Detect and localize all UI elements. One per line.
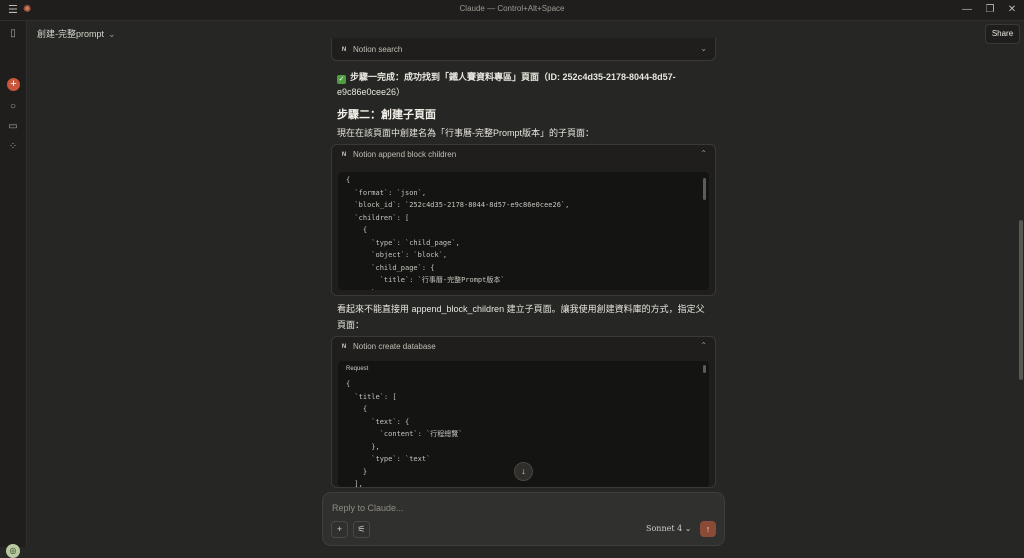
tool-label: Notion append block children [353, 150, 457, 159]
chat-title: 創建-完整prompt [37, 29, 105, 39]
code-line: { [346, 380, 351, 388]
code-line: { [346, 176, 351, 184]
artifacts-icon[interactable]: ⁘ [7, 141, 19, 153]
projects-icon[interactable]: ▭ [7, 121, 19, 133]
check-icon: ✓ [337, 75, 346, 84]
model-selector[interactable]: Sonnet 4 ⌄ [646, 524, 691, 533]
window-title: Claude — Control+Alt+Space [459, 4, 565, 13]
chevron-down-icon[interactable]: ⌄ [700, 44, 707, 53]
scroll-down-button[interactable]: ↓ [514, 462, 533, 481]
code-line: `child_page`: { [346, 263, 435, 272]
step2-heading: 步驟二：創建子頁面 [337, 109, 436, 121]
composer: Reply to Claude... + ⚟ Sonnet 4 ⌄ ↑ [322, 492, 725, 546]
chevron-down-icon: ⌄ [684, 524, 692, 533]
step1-message-cont: e9c86e0cee26） [337, 87, 406, 97]
tools-button[interactable]: ⚟ [353, 521, 370, 538]
code-line: `text`: { [346, 417, 410, 426]
restore-icon[interactable]: ❐ [983, 3, 997, 17]
chevron-up-icon[interactable]: ⌃ [700, 341, 707, 350]
note-message: 看起來不能直接用 append_block_children 建立子頁面。讓我使… [337, 304, 705, 314]
title-bar: ☰ ✺ Claude — Control+Alt+Space — ❐ ✕ [0, 0, 1024, 21]
code-line: `object`: `block`, [346, 251, 448, 259]
notion-icon: N [341, 152, 347, 158]
code-line: `children`: [ [346, 213, 410, 222]
code-line: `type`: `text` [346, 455, 431, 463]
notion-search-card[interactable]: N Notion search ⌄ [331, 38, 716, 61]
page-scrollbar[interactable] [1019, 220, 1023, 380]
code-line: { [346, 405, 368, 413]
code-line: ], [346, 480, 363, 487]
code-scrollbar[interactable] [703, 178, 706, 200]
chevron-down-icon: ⌄ [108, 29, 116, 39]
code-line: }, [346, 442, 380, 451]
code-line: `block_id`: `252c4d35-2178-8044-8d57-e9c… [346, 201, 570, 209]
code-line: `type`: `child_page`, [346, 238, 460, 247]
code-line: { [346, 226, 368, 234]
code-line: } [346, 467, 368, 476]
tool-label: Notion search [353, 45, 403, 54]
step2-text: 現在在該頁面中創建名為「行事曆-完整Prompt版本」的子頁面： [337, 128, 595, 138]
sidebar-toggle-icon[interactable]: ▯ [7, 28, 19, 40]
code-line: `format`: `json`, [346, 188, 427, 197]
request-label: Request [346, 366, 369, 372]
chat-title-dropdown[interactable]: 創建-完整prompt ⌄ [37, 27, 116, 40]
chevron-up-icon[interactable]: ⌃ [700, 149, 707, 158]
notion-icon: N [341, 344, 347, 350]
code-scrollbar[interactable] [703, 365, 706, 373]
code-block: { `format`: `json`, `block_id`: `252c4d3… [338, 172, 709, 290]
notion-icon: N [341, 47, 347, 53]
close-icon[interactable]: ✕ [1005, 3, 1019, 17]
note-message-cont: 頁面： [337, 320, 365, 330]
code-line: `title`: [ [346, 392, 397, 401]
chats-icon[interactable]: ○ [7, 101, 19, 113]
share-button[interactable]: Share [985, 24, 1020, 44]
step1-message: ✓ 步驟一完成：成功找到「鐵人賽資料專區」頁面（ID: 252c4d35-2178… [337, 72, 676, 84]
code-line: } [346, 287, 375, 291]
reply-input[interactable]: Reply to Claude... [332, 503, 404, 513]
avatar[interactable]: ◎ [6, 544, 20, 558]
add-attachment-button[interactable]: + [331, 521, 348, 538]
new-chat-button[interactable]: + [7, 78, 20, 91]
left-rail: ▯ + ○ ▭ ⁘ ◎ [0, 21, 27, 558]
tool-label: Notion create database [353, 342, 436, 351]
send-button[interactable]: ↑ [700, 521, 716, 537]
notion-append-card[interactable]: N Notion append block children ⌃ { `form… [331, 144, 716, 296]
minimize-icon[interactable]: — [960, 3, 974, 17]
code-line: `content`: `行程總覽` [346, 430, 463, 438]
code-line: `title`: `行事曆-完整Prompt版本` [346, 276, 505, 284]
